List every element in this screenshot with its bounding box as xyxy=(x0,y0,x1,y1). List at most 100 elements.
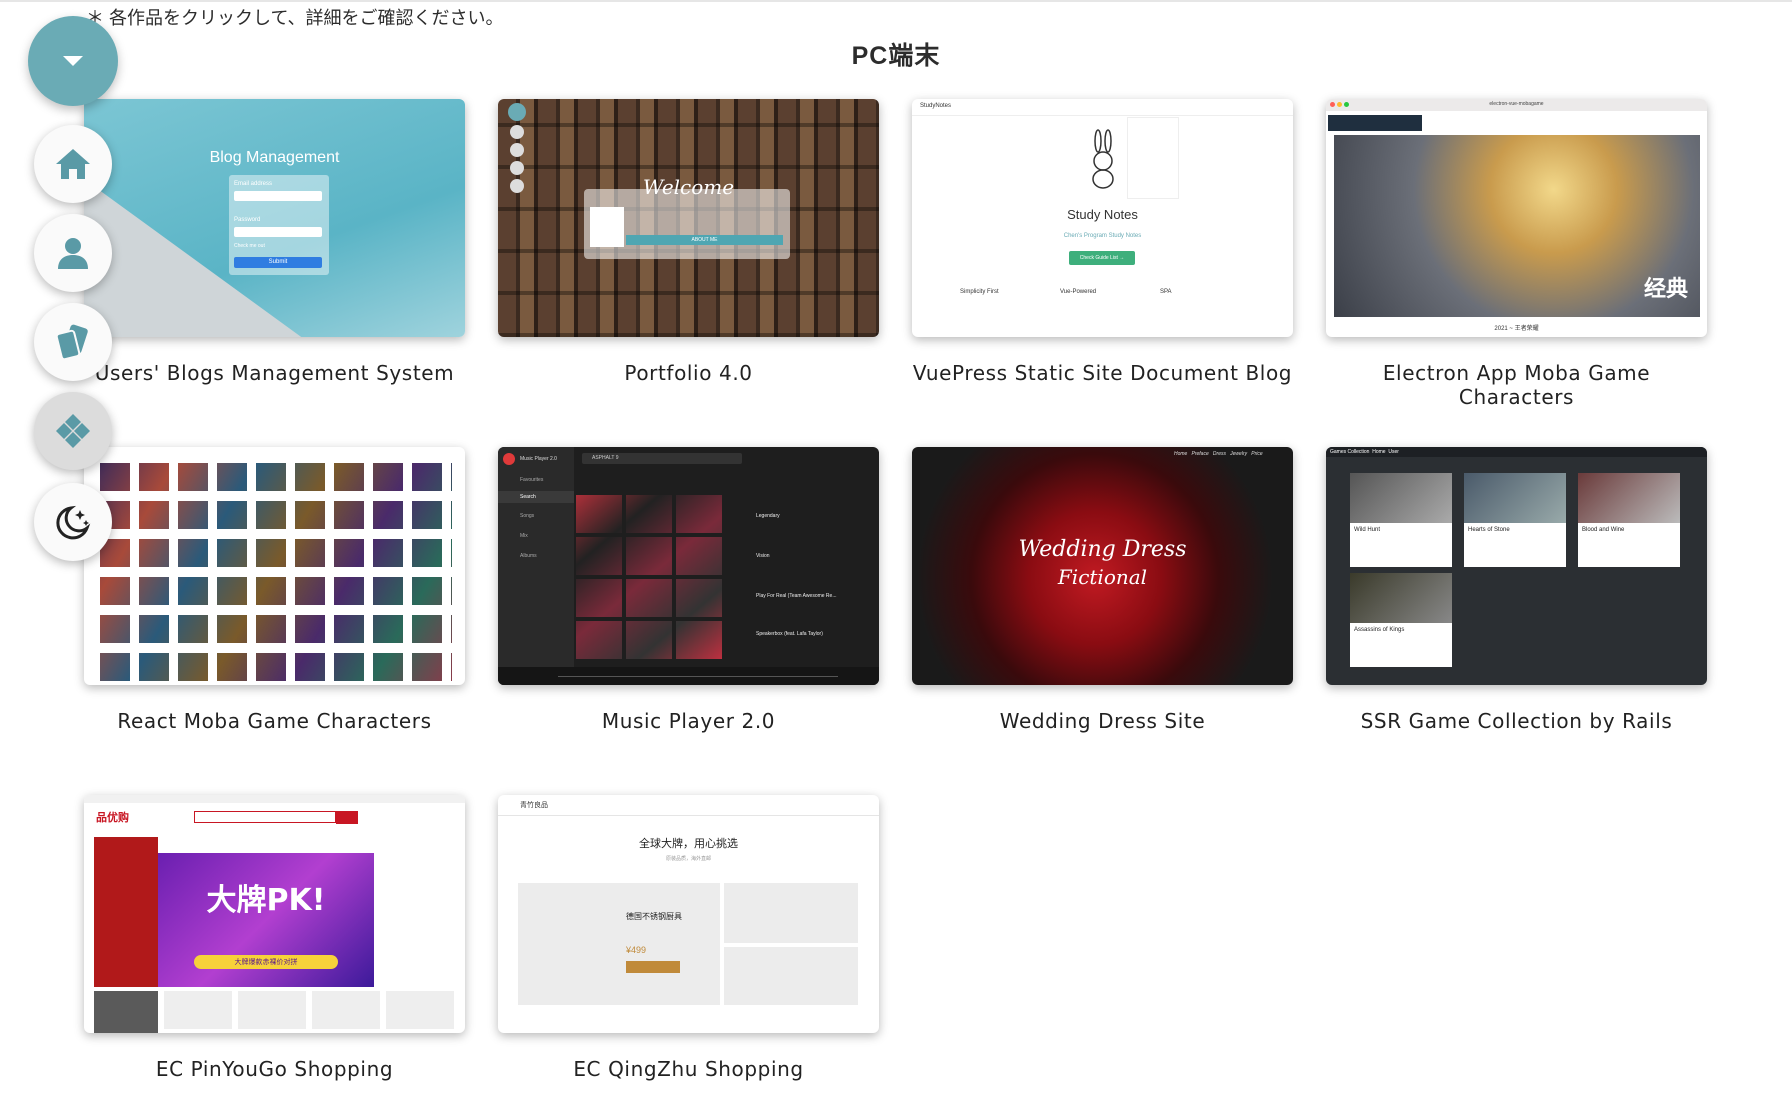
project-thumbnail[interactable]: StudyNotes Study Notes Chen's Program St… xyxy=(912,99,1293,337)
skills-button[interactable] xyxy=(34,392,112,470)
search-box xyxy=(194,811,336,823)
nav-item: Jewelry xyxy=(1230,451,1248,457)
password-label: Password xyxy=(234,217,261,223)
cards-icon xyxy=(55,324,88,361)
project-thumbnail[interactable]: Home Preface Dress Jewelry Price Wedding… xyxy=(912,447,1293,685)
product-price: ¥499 xyxy=(626,945,647,955)
feature-title: Vue-Powered xyxy=(1060,289,1097,295)
thumb-brand: StudyNotes xyxy=(920,103,952,109)
search-button xyxy=(336,811,358,824)
thumb-navbar xyxy=(498,795,879,816)
app-toolbar xyxy=(1328,115,1422,131)
thumb-navbar: Home Preface Dress Jewelry Price xyxy=(1174,451,1263,457)
project-thumbnail[interactable]: 品优购 大牌PK! 大牌爆款赤裸价对拼 xyxy=(84,795,465,1033)
project-title: EC QingZhu Shopping xyxy=(573,1057,804,1081)
product-strip xyxy=(164,991,454,1029)
menu-toggle-button[interactable] xyxy=(28,16,118,106)
project-thumbnail[interactable]: Games Collection Home User Wild Hunt Hea… xyxy=(1326,447,1707,685)
thumb-subheading: Fictional xyxy=(1057,565,1148,589)
game-card: Assassins of Kings xyxy=(1350,573,1452,667)
thumb-heading: Wedding Dress xyxy=(1018,537,1187,562)
diamonds-icon xyxy=(56,414,90,448)
thumb-heading: 全球大牌，用心挑选 xyxy=(639,837,738,850)
login-form: Email address Password Check me out Subm… xyxy=(229,175,329,275)
project-card-qingzhu[interactable]: 青竹良品 全球大牌，用心挑选 原装品质，海外直邮 德国不锈钢厨具 ¥499 EC… xyxy=(498,795,879,1081)
hero-caption: 2021 ~ 王者荣耀 xyxy=(1494,326,1539,332)
top-strip xyxy=(84,795,465,803)
thumb-subtitle: Chen's Program Study Notes xyxy=(1063,233,1142,239)
game-card: Blood and Wine xyxy=(1578,473,1680,567)
today-panel xyxy=(94,991,158,1033)
feature-product xyxy=(518,883,720,1005)
works-button[interactable] xyxy=(34,303,112,381)
game-card: Hearts of Stone xyxy=(1464,473,1566,567)
section-title: PC端末 xyxy=(851,42,941,70)
project-thumbnail[interactable]: 青竹良品 全球大牌，用心挑选 原装品质，海外直邮 德国不锈钢厨具 ¥499 xyxy=(498,795,879,1033)
project-card-electron[interactable]: electron-vue-mobagame 经典 2021 ~ 王者荣耀 Ele… xyxy=(1326,99,1707,409)
track-title: Vision xyxy=(756,553,770,559)
project-title: React Moba Game Characters xyxy=(117,709,432,733)
project-card-ssr-games[interactable]: Games Collection Home User Wild Hunt Hea… xyxy=(1326,447,1707,733)
password-field xyxy=(234,227,322,237)
thumb-heading: Study Notes xyxy=(1067,207,1138,222)
project-title: Wedding Dress Site xyxy=(999,709,1206,733)
thumb-subheading: 原装品质，海外直邮 xyxy=(665,856,711,862)
thumb-brand: Games Collection Home User xyxy=(1330,449,1399,455)
project-title: Music Player 2.0 xyxy=(601,709,776,733)
email-label: Email address xyxy=(234,181,273,187)
project-card-pinyougo[interactable]: 品优购 大牌PK! 大牌爆款赤裸价对拼 EC PinYouGo Shopping xyxy=(84,795,465,1081)
user-icon xyxy=(58,238,88,269)
project-card-portfolio[interactable]: Welcome ABOUT ME Portfolio 4.0 xyxy=(498,99,879,385)
nav-item: Home xyxy=(1174,451,1188,457)
nav-item: Dress xyxy=(1212,451,1226,457)
product-tile xyxy=(724,947,858,1005)
instructions-text: ＊ 各作品をクリックして、詳細をご確認ください。 xyxy=(86,8,504,28)
hero-badge: 经典 xyxy=(1644,277,1689,302)
project-thumbnail[interactable]: Music Player 2.0 Favourites Search Songs… xyxy=(498,447,879,685)
nav-item: Mix xyxy=(520,533,528,539)
project-thumbnail[interactable]: Blog Management Email address Password C… xyxy=(84,99,465,337)
nav-active-bg xyxy=(498,491,574,503)
project-card-vuepress[interactable]: StudyNotes Study Notes Chen's Program St… xyxy=(912,99,1293,385)
project-thumbnail[interactable] xyxy=(84,447,465,685)
project-title: Portfolio 4.0 xyxy=(624,361,753,385)
top-border xyxy=(0,0,1792,2)
buy-button xyxy=(626,961,680,973)
project-title: Users' Blogs Management System xyxy=(94,361,455,385)
feature-title: Simplicity First xyxy=(960,289,999,295)
about-button: ABOUT ME xyxy=(626,235,783,245)
banner-headline: 大牌PK! xyxy=(206,883,326,918)
app-name: Music Player 2.0 xyxy=(520,456,557,462)
project-card-wedding[interactable]: Home Preface Dress Jewelry Price Wedding… xyxy=(912,447,1293,733)
project-thumbnail[interactable]: electron-vue-mobagame 经典 2021 ~ 王者荣耀 xyxy=(1326,99,1707,337)
profile-button[interactable] xyxy=(34,214,112,292)
theme-toggle-button[interactable] xyxy=(34,483,112,561)
thumb-sidebar xyxy=(504,101,530,221)
product-tile xyxy=(724,883,858,943)
category-menu xyxy=(94,837,158,987)
avatar-image xyxy=(590,207,624,247)
search-query: ASPHALT 9 xyxy=(592,455,619,461)
thumb-navbar xyxy=(912,99,1293,116)
project-title: SSR Game Collection by Rails xyxy=(1360,709,1673,733)
track-title: Speakerbox (feat. Lafa Taylor) xyxy=(756,631,823,637)
hero-grid xyxy=(100,453,452,681)
rabbit-logo xyxy=(1088,129,1118,189)
project-thumbnail[interactable]: Welcome ABOUT ME xyxy=(498,99,879,337)
shop-logo: 品优购 xyxy=(96,811,129,824)
thumb-heading: Blog Management xyxy=(209,149,340,166)
project-card-blogs[interactable]: Blog Management Email address Password C… xyxy=(84,99,465,385)
shop-logo: 青竹良品 xyxy=(520,801,548,809)
guide-button: Check Guide List → xyxy=(1069,251,1135,265)
nav-item: Preface xyxy=(1191,451,1209,457)
project-card-react-moba[interactable]: React Moba Game Characters xyxy=(84,447,465,733)
project-title: VuePress Static Site Document Blog xyxy=(912,361,1293,385)
home-button[interactable] xyxy=(34,125,112,203)
thumb-heading: Welcome xyxy=(642,175,735,199)
nav-item: Search xyxy=(520,494,536,500)
track-title: Legendary xyxy=(756,513,780,519)
feature-title: SPA xyxy=(1160,289,1172,295)
home-icon xyxy=(56,149,90,179)
project-card-music-player[interactable]: Music Player 2.0 Favourites Search Songs… xyxy=(498,447,879,733)
nav-item: Price xyxy=(1251,451,1263,457)
